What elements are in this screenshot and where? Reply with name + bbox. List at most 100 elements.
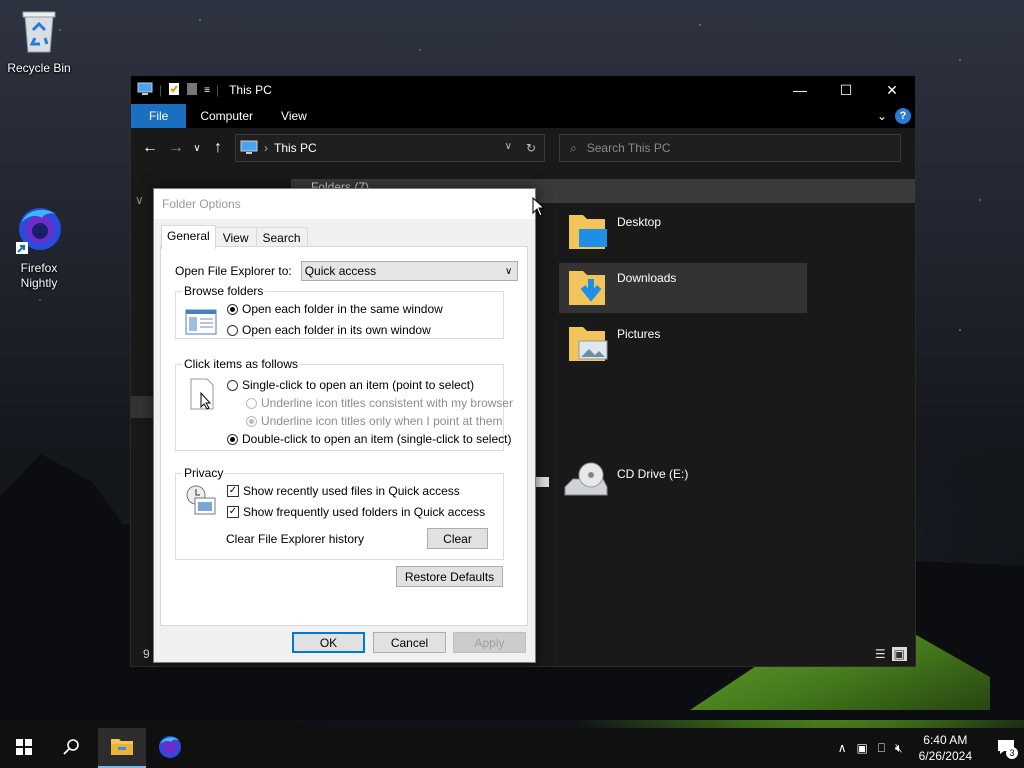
clock[interactable]: 6:40 AM 6/26/2024 [913,732,978,764]
option-recent-files[interactable]: ✓ Show recently used files in Quick acce… [227,484,460,498]
explorer-titlebar: | ≡ | This PC — ☐ ✕ [131,76,915,104]
general-tab-panel: Open File Explorer to: Quick access ∨ Br… [160,246,528,626]
checkbox-label: Show recently used files in Quick access [243,484,460,498]
tab-view[interactable]: View [214,227,257,248]
clock-time: 6:40 AM [923,733,968,747]
window-title: This PC [229,83,272,97]
up-arrow-icon[interactable]: ↑ [205,139,231,157]
file-explorer-icon [110,736,134,759]
ribbon-tabs: File Computer View ⌄ ? [131,104,915,128]
properties-icon[interactable] [168,82,180,99]
maximize-button[interactable]: ☐ [823,76,869,104]
nav-pane-selected-row[interactable] [131,396,153,418]
radio-same-window[interactable] [227,303,238,315]
taskbar-firefox-nightly[interactable] [146,728,194,768]
folder-item-desktop[interactable]: Desktop [567,209,661,256]
recent-locations-chevron-icon[interactable]: ∨ [189,143,205,154]
details-view-icon[interactable]: ☰ [875,647,886,661]
item-label: Downloads [617,271,677,285]
address-dropdown-icon[interactable]: ∨ [505,141,512,155]
tab-computer[interactable]: Computer [186,104,267,128]
privacy-icon [185,484,217,519]
firefox-nightly-icon [158,735,182,762]
notification-badge: 3 [1006,746,1018,759]
open-explorer-dropdown[interactable]: Quick access ∨ [300,261,518,281]
cancel-button[interactable]: Cancel [373,632,446,653]
checkbox-frequent-folders[interactable]: ✓ [227,506,239,518]
taskbar-file-explorer[interactable] [98,728,146,768]
radio-own-window[interactable] [227,324,238,336]
minimize-button[interactable]: — [777,76,823,104]
option-double-click[interactable]: Double-click to open an item (single-cli… [227,432,511,446]
breadcrumb[interactable]: This PC [274,141,317,155]
privacy-legend: Privacy [184,466,224,480]
customize-qat-icon[interactable]: ≡ [204,85,210,96]
large-icons-view-icon[interactable]: ▣ [891,647,907,661]
expand-ribbon-icon[interactable]: ⌄ [877,109,887,123]
pictures-folder-icon [567,321,609,368]
radio-label: Double-click to open an item (single-cli… [242,432,512,446]
tab-search[interactable]: Search [255,227,308,248]
this-pc-icon [240,140,258,157]
option-underline-browser[interactable]: Underline icon titles consistent with my… [246,396,513,410]
forward-arrow-icon[interactable]: → [163,139,189,157]
tab-file[interactable]: File [131,104,187,128]
desktop-folder-icon [567,209,609,256]
start-button[interactable] [0,728,48,768]
restore-defaults-button[interactable]: Restore Defaults [396,566,503,587]
tab-general[interactable]: General [161,225,216,249]
help-icon[interactable]: ? [895,108,911,124]
dialog-title: Folder Options [154,189,535,219]
radio-label: Single-click to open an item (point to s… [242,378,475,392]
radio-single-click[interactable] [227,379,238,391]
chevron-down-icon: ∨ [505,265,513,277]
drive-item-cd[interactable]: CD Drive (E:) [563,461,688,504]
open-explorer-value: Quick access [304,264,377,278]
radio-label: Open each folder in its own window [242,323,431,337]
option-same-window[interactable]: Open each folder in the same window [227,302,443,316]
network-icon[interactable]: ⎕ [878,741,885,756]
radio-underline-point[interactable] [246,415,257,427]
click-items-icon [187,377,217,414]
option-single-click[interactable]: Single-click to open an item (point to s… [227,378,474,392]
downloads-folder-icon [567,265,609,312]
desktop-icon-recycle-bin[interactable]: Recycle Bin [1,8,77,75]
refresh-icon[interactable]: ↻ [526,141,536,155]
radio-double-click[interactable] [227,433,238,445]
back-arrow-icon[interactable]: ← [137,139,163,157]
option-own-window[interactable]: Open each folder in its own window [227,323,431,337]
desktop-icon-label: Firefox Nightly [20,261,58,290]
open-explorer-label: Open File Explorer to: [175,264,292,278]
folder-item-pictures[interactable]: Pictures [567,321,660,368]
meet-now-icon[interactable]: ▣ [857,741,868,755]
option-underline-point[interactable]: Underline icon titles only when I point … [246,414,502,428]
tab-view[interactable]: View [267,104,321,128]
search-placeholder: Search This PC [586,141,671,155]
action-center-button[interactable]: 3 [988,739,1024,759]
clear-button[interactable]: Clear [427,528,488,549]
close-button[interactable]: ✕ [869,76,915,104]
new-folder-icon[interactable] [186,82,198,99]
breadcrumb-separator-icon: › [264,141,268,155]
desktop-icon-firefox-nightly[interactable]: Firefox Nightly [1,204,77,291]
taskbar-search-button[interactable] [48,728,96,768]
option-frequent-folders[interactable]: ✓ Show frequently used folders in Quick … [227,505,485,519]
ok-button[interactable]: OK [292,632,365,653]
folder-item-downloads[interactable]: Downloads [559,263,807,313]
checkbox-recent-files[interactable]: ✓ [227,485,239,497]
this-pc-icon [137,82,153,99]
item-label: Pictures [617,327,661,341]
search-icon [63,738,81,759]
address-bar[interactable]: › This PC ∨ ↻ [235,134,545,162]
apply-button[interactable]: Apply [453,632,526,653]
volume-muted-icon[interactable]: 🔇︎ [895,741,903,756]
browse-folders-icon [185,308,217,339]
quick-access-toolbar: | ≡ | [131,82,219,99]
windows-logo-icon [16,738,32,758]
show-hidden-icons-icon[interactable]: ∧ [838,741,847,755]
radio-underline-browser[interactable] [246,397,257,409]
taskbar: ∧ ▣ ⎕ 🔇︎ 6:40 AM 6/26/2024 3 [0,728,1024,768]
radio-label: Underline icon titles only when I point … [261,414,503,428]
search-box[interactable]: ⌕ Search This PC [559,134,901,162]
nav-pane-chevron-icon[interactable]: ∨ [135,193,144,207]
